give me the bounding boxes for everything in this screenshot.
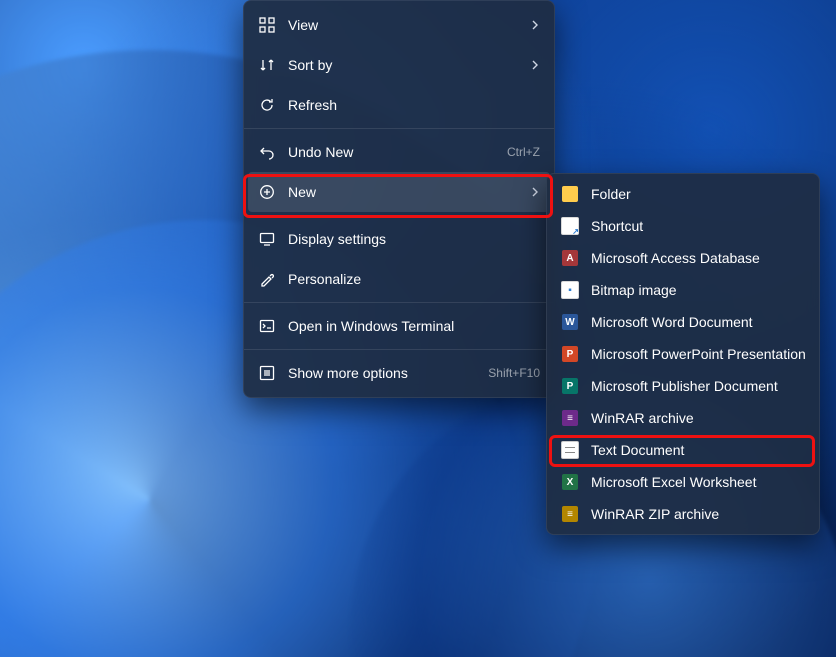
menu-item-shortcut: Ctrl+Z xyxy=(495,145,540,159)
submenu-item-access-database[interactable]: A Microsoft Access Database xyxy=(547,242,819,274)
personalize-icon xyxy=(258,270,276,288)
menu-item-shortcut: Shift+F10 xyxy=(476,366,540,380)
new-icon xyxy=(258,183,276,201)
submenu-item-shortcut[interactable]: Shortcut xyxy=(547,210,819,242)
powerpoint-icon: P xyxy=(561,345,579,363)
menu-item-label: Text Document xyxy=(591,442,805,458)
submenu-item-excel-worksheet[interactable]: X Microsoft Excel Worksheet xyxy=(547,466,819,498)
menu-separator xyxy=(244,349,554,350)
menu-item-display-settings[interactable]: Display settings xyxy=(244,219,554,259)
submenu-item-winrar-zip[interactable]: ≡ WinRAR ZIP archive xyxy=(547,498,819,530)
menu-item-open-terminal[interactable]: Open in Windows Terminal xyxy=(244,306,554,346)
menu-item-personalize[interactable]: Personalize xyxy=(244,259,554,299)
menu-item-label: Personalize xyxy=(288,271,540,287)
submenu-item-folder[interactable]: Folder xyxy=(547,178,819,210)
menu-item-label: Bitmap image xyxy=(591,282,805,298)
submenu-item-powerpoint[interactable]: P Microsoft PowerPoint Presentation xyxy=(547,338,819,370)
menu-item-label: Open in Windows Terminal xyxy=(288,318,540,334)
chevron-right-icon xyxy=(518,60,540,70)
menu-item-label: Show more options xyxy=(288,365,476,381)
menu-item-refresh[interactable]: Refresh xyxy=(244,85,554,125)
menu-item-label: Undo New xyxy=(288,144,495,160)
menu-item-label: Sort by xyxy=(288,57,518,73)
display-settings-icon xyxy=(258,230,276,248)
menu-item-label: WinRAR archive xyxy=(591,410,805,426)
word-icon: W xyxy=(561,313,579,331)
menu-item-label: Microsoft Access Database xyxy=(591,250,805,266)
submenu-item-bitmap-image[interactable]: ▪ Bitmap image xyxy=(547,274,819,306)
menu-item-label: WinRAR ZIP archive xyxy=(591,506,805,522)
view-icon xyxy=(258,16,276,34)
menu-item-new[interactable]: New xyxy=(248,172,550,212)
menu-item-sort-by[interactable]: Sort by xyxy=(244,45,554,85)
menu-item-undo-new[interactable]: Undo New Ctrl+Z xyxy=(244,132,554,172)
menu-separator xyxy=(244,302,554,303)
menu-item-label: Folder xyxy=(591,186,805,202)
menu-item-label: Microsoft Excel Worksheet xyxy=(591,474,805,490)
submenu-item-text-document[interactable]: Text Document xyxy=(547,434,819,466)
menu-separator xyxy=(244,215,554,216)
menu-item-label: View xyxy=(288,17,518,33)
access-icon: A xyxy=(561,249,579,267)
chevron-right-icon xyxy=(518,20,540,30)
menu-item-show-more-options[interactable]: Show more options Shift+F10 xyxy=(244,353,554,393)
menu-item-label: Microsoft Word Document xyxy=(591,314,805,330)
new-submenu: Folder Shortcut A Microsoft Access Datab… xyxy=(546,173,820,535)
desktop-context-menu: View Sort by Refresh Undo New xyxy=(243,0,555,398)
menu-item-label: Display settings xyxy=(288,231,540,247)
undo-icon xyxy=(258,143,276,161)
winrar-icon: ≡ xyxy=(561,409,579,427)
submenu-item-word-document[interactable]: W Microsoft Word Document xyxy=(547,306,819,338)
show-more-icon xyxy=(258,364,276,382)
sort-icon xyxy=(258,56,276,74)
submenu-item-winrar-archive[interactable]: ≡ WinRAR archive xyxy=(547,402,819,434)
menu-item-label: Microsoft Publisher Document xyxy=(591,378,805,394)
bitmap-icon: ▪ xyxy=(561,281,579,299)
menu-item-label: Shortcut xyxy=(591,218,805,234)
folder-icon xyxy=(561,185,579,203)
menu-item-label: Microsoft PowerPoint Presentation xyxy=(591,346,805,362)
terminal-icon xyxy=(258,317,276,335)
excel-icon: X xyxy=(561,473,579,491)
zip-icon: ≡ xyxy=(561,505,579,523)
publisher-icon: P xyxy=(561,377,579,395)
menu-separator xyxy=(244,128,554,129)
refresh-icon xyxy=(258,96,276,114)
shortcut-icon xyxy=(561,217,579,235)
chevron-right-icon xyxy=(518,187,540,197)
submenu-item-publisher[interactable]: P Microsoft Publisher Document xyxy=(547,370,819,402)
text-document-icon xyxy=(561,441,579,459)
menu-item-label: Refresh xyxy=(288,97,540,113)
menu-item-label: New xyxy=(288,184,518,200)
menu-item-view[interactable]: View xyxy=(244,5,554,45)
